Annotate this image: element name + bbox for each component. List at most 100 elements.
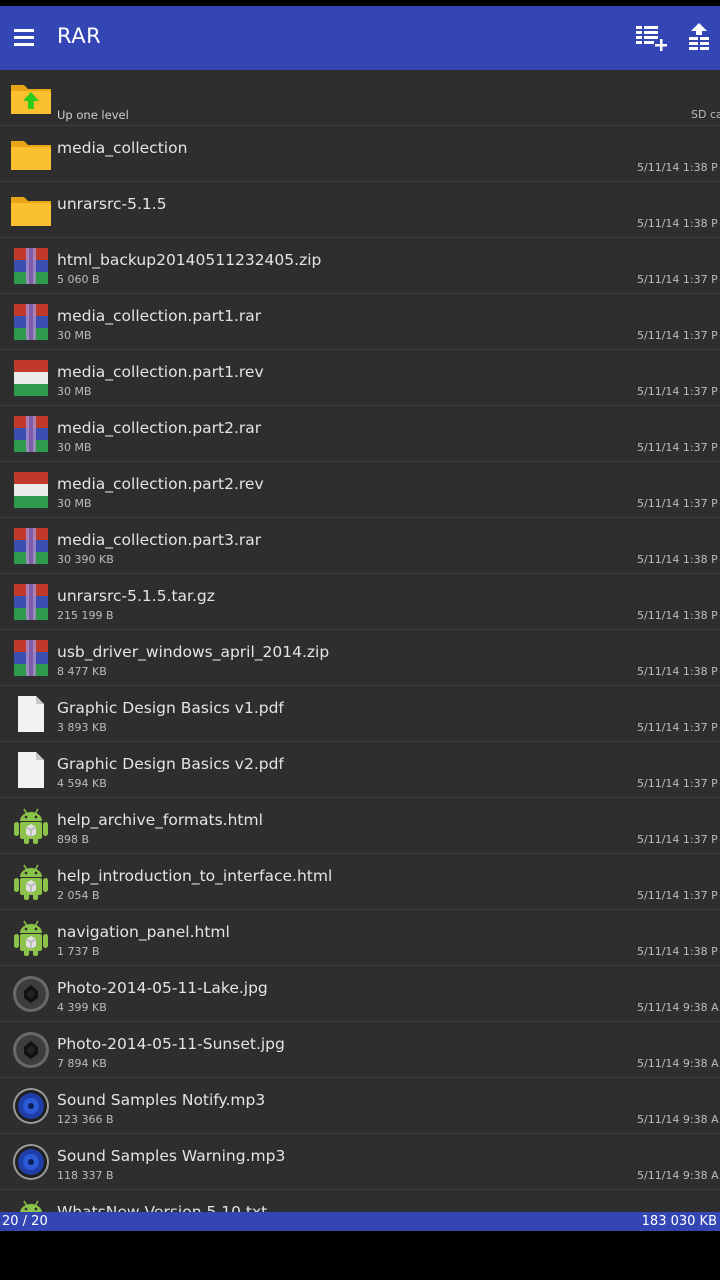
extract-icon[interactable] xyxy=(683,20,719,56)
archive-icon xyxy=(10,583,52,621)
file-date: 5/11/14 1:37 P xyxy=(637,721,718,734)
file-list: Up one level SD ca media_collection 5/11/14… xyxy=(0,70,720,1212)
file-row[interactable]: Sound Samples Warning.mp3 118 337 B 5/11/1… xyxy=(0,1134,720,1190)
file-size: 2 054 B xyxy=(57,889,100,902)
file-name: media_collection.part2.rev xyxy=(57,475,264,493)
archive-icon xyxy=(10,527,52,565)
file-date: 5/11/14 1:38 P xyxy=(637,945,718,958)
file-name: media_collection.part3.rar xyxy=(57,531,262,549)
file-name: media_collection xyxy=(57,139,188,157)
file-row[interactable]: html_backup20140511232405.zip 5 060 B 5/11… xyxy=(0,238,720,294)
file-date: 5/11/14 1:37 P xyxy=(637,777,718,790)
file-name: media_collection.part1.rev xyxy=(57,363,264,381)
archive-icon xyxy=(10,639,52,677)
file-row[interactable]: help_archive_formats.html 898 B 5/11/14 1:… xyxy=(0,798,720,854)
file-date: 5/11/14 1:38 P xyxy=(637,609,718,622)
file-row[interactable]: media_collection 5/11/14 1:38 P xyxy=(0,126,720,182)
android-file-icon xyxy=(10,863,52,901)
file-size: 8 477 KB xyxy=(57,665,107,678)
file-name: Up one level xyxy=(57,108,129,122)
file-name: WhatsNew Version 5.10.txt xyxy=(57,1203,268,1212)
file-name: unrarsrc-5.1.5 xyxy=(57,195,167,213)
audio-file-icon xyxy=(10,1087,52,1125)
document-icon xyxy=(10,695,52,733)
file-size: 215 199 B xyxy=(57,609,114,622)
file-date: 5/11/14 9:38 A xyxy=(637,1113,719,1126)
file-date: 5/11/14 1:38 P xyxy=(637,665,718,678)
file-name: usb_driver_windows_april_2014.zip xyxy=(57,643,330,661)
folder-icon xyxy=(10,135,52,173)
file-size: 4 594 KB xyxy=(57,777,107,790)
document-icon xyxy=(10,751,52,789)
file-row[interactable]: media_collection.part1.rev 30 MB 5/11/14 1… xyxy=(0,350,720,406)
file-row[interactable]: Photo-2014-05-11-Lake.jpg 4 399 KB 5/11/14… xyxy=(0,966,720,1022)
file-row[interactable]: help_introduction_to_interface.html 2 054… xyxy=(0,854,720,910)
selection-count: 20 / 20 xyxy=(2,1214,48,1229)
file-name: media_collection.part1.rar xyxy=(57,307,262,325)
file-size: 30 MB xyxy=(57,441,92,454)
file-date: 5/11/14 1:37 P xyxy=(637,273,718,286)
up-one-level-row[interactable]: Up one level SD ca xyxy=(0,70,720,126)
file-row[interactable]: WhatsNew Version 5.10.txt xyxy=(0,1190,720,1212)
file-size: 898 B xyxy=(57,833,90,846)
file-row[interactable]: media_collection.part1.rar 30 MB 5/11/14 1… xyxy=(0,294,720,350)
file-name: help_introduction_to_interface.html xyxy=(57,867,333,885)
file-row[interactable]: media_collection.part3.rar 30 390 KB 5/11/… xyxy=(0,518,720,574)
file-row[interactable]: Graphic Design Basics v2.pdf 4 594 KB 5/11… xyxy=(0,742,720,798)
file-date: 5/11/14 1:37 P xyxy=(637,329,718,342)
file-row[interactable]: unrarsrc-5.1.5 5/11/14 1:38 P xyxy=(0,182,720,238)
file-row[interactable]: media_collection.part2.rar 30 MB 5/11/14 1… xyxy=(0,406,720,462)
archive-icon xyxy=(10,303,52,341)
app-toolbar: RAR xyxy=(0,6,720,70)
recovery-volume-icon xyxy=(10,471,52,509)
recovery-volume-icon xyxy=(10,359,52,397)
file-date: 5/11/14 1:37 P xyxy=(637,385,718,398)
image-file-icon xyxy=(10,975,52,1013)
file-size: 7 894 KB xyxy=(57,1057,107,1070)
file-name: navigation_panel.html xyxy=(57,923,230,941)
total-size: 183 030 KB xyxy=(641,1214,717,1229)
file-date: 5/11/14 1:38 P xyxy=(637,553,718,566)
add-to-archive-icon[interactable] xyxy=(634,20,670,56)
file-size: 30 MB xyxy=(57,497,92,510)
file-date: 5/11/14 1:37 P xyxy=(637,497,718,510)
file-size: 4 399 KB xyxy=(57,1001,107,1014)
file-date: 5/11/14 9:38 A xyxy=(637,1169,719,1182)
file-date: 5/11/14 1:37 P xyxy=(637,889,718,902)
storage-label: SD ca xyxy=(691,108,720,121)
file-name: Photo-2014-05-11-Sunset.jpg xyxy=(57,1035,285,1053)
archive-icon xyxy=(10,415,52,453)
file-name: Sound Samples Notify.mp3 xyxy=(57,1091,266,1109)
file-name: Graphic Design Basics v2.pdf xyxy=(57,755,284,773)
file-size: 123 366 B xyxy=(57,1113,114,1126)
image-file-icon xyxy=(10,1031,52,1069)
file-date: 5/11/14 1:38 P xyxy=(637,161,718,174)
file-size: 30 MB xyxy=(57,385,92,398)
file-row[interactable]: Sound Samples Notify.mp3 123 366 B 5/11/14… xyxy=(0,1078,720,1134)
file-size: 5 060 B xyxy=(57,273,100,286)
file-size: 118 337 B xyxy=(57,1169,114,1182)
system-nav-area xyxy=(0,1231,720,1280)
file-date: 5/11/14 1:37 P xyxy=(637,833,718,846)
app-title: RAR xyxy=(57,24,102,48)
hamburger-menu-icon[interactable] xyxy=(14,28,36,46)
file-row[interactable]: navigation_panel.html 1 737 B 5/11/14 1:38… xyxy=(0,910,720,966)
android-file-icon xyxy=(10,807,52,845)
file-size: 1 737 B xyxy=(57,945,100,958)
file-size: 30 390 KB xyxy=(57,553,114,566)
file-name: Graphic Design Basics v1.pdf xyxy=(57,699,284,717)
file-row[interactable]: usb_driver_windows_april_2014.zip 8 477 K… xyxy=(0,630,720,686)
file-row[interactable]: media_collection.part2.rev 30 MB 5/11/14 1… xyxy=(0,462,720,518)
file-row[interactable]: Graphic Design Basics v1.pdf 3 893 KB 5/11… xyxy=(0,686,720,742)
android-file-icon xyxy=(10,1199,52,1212)
file-name: html_backup20140511232405.zip xyxy=(57,251,322,269)
folder-up-icon xyxy=(10,79,52,117)
file-row[interactable]: unrarsrc-5.1.5.tar.gz 215 199 B 5/11/14 1:… xyxy=(0,574,720,630)
file-date: 5/11/14 9:38 A xyxy=(637,1001,719,1014)
file-name: Photo-2014-05-11-Lake.jpg xyxy=(57,979,268,997)
status-bar: 20 / 20 183 030 KB xyxy=(0,1212,720,1231)
android-file-icon xyxy=(10,919,52,957)
file-row[interactable]: Photo-2014-05-11-Sunset.jpg 7 894 KB 5/11/… xyxy=(0,1022,720,1078)
file-name: help_archive_formats.html xyxy=(57,811,263,829)
archive-icon xyxy=(10,247,52,285)
